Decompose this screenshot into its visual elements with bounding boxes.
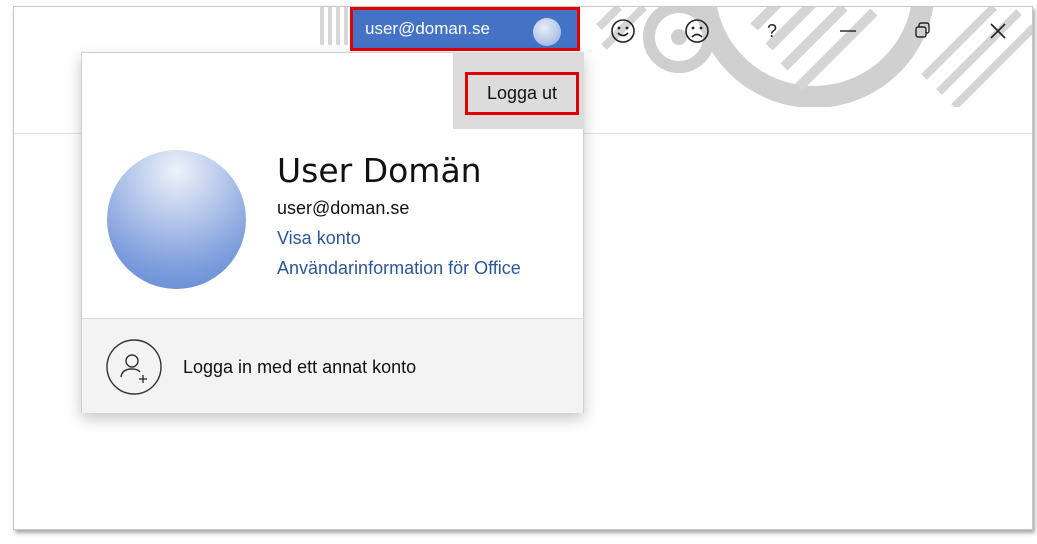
avatar [107, 150, 246, 289]
add-user-icon [106, 339, 162, 395]
signout-button[interactable]: Logga ut [465, 72, 579, 115]
account-button[interactable]: user@doman.se [350, 7, 580, 51]
user-email: user@doman.se [277, 198, 410, 218]
restore-icon[interactable] [908, 16, 938, 46]
smile-icon[interactable] [608, 16, 638, 46]
other-account-button[interactable]: Logga in med ett annat konto [82, 318, 583, 413]
signout-area: Logga ut [453, 52, 584, 129]
office-user-info-link[interactable]: Användarinformation för Office [277, 258, 521, 279]
other-account-label: Logga in med ett annat konto [183, 357, 417, 377]
help-glyph: ? [766, 20, 777, 41]
minimize-icon[interactable] [833, 16, 863, 46]
frown-icon[interactable] [682, 16, 712, 46]
mini-avatar [533, 18, 561, 46]
account-email-label: user@doman.se [365, 19, 490, 38]
view-account-link[interactable]: Visa konto [277, 228, 361, 249]
help-icon[interactable]: ? [757, 16, 787, 46]
close-icon[interactable] [983, 16, 1013, 46]
user-name: User Domän [277, 151, 482, 190]
account-popup: Logga ut User Domän user@doman.se Visa k… [81, 52, 584, 413]
